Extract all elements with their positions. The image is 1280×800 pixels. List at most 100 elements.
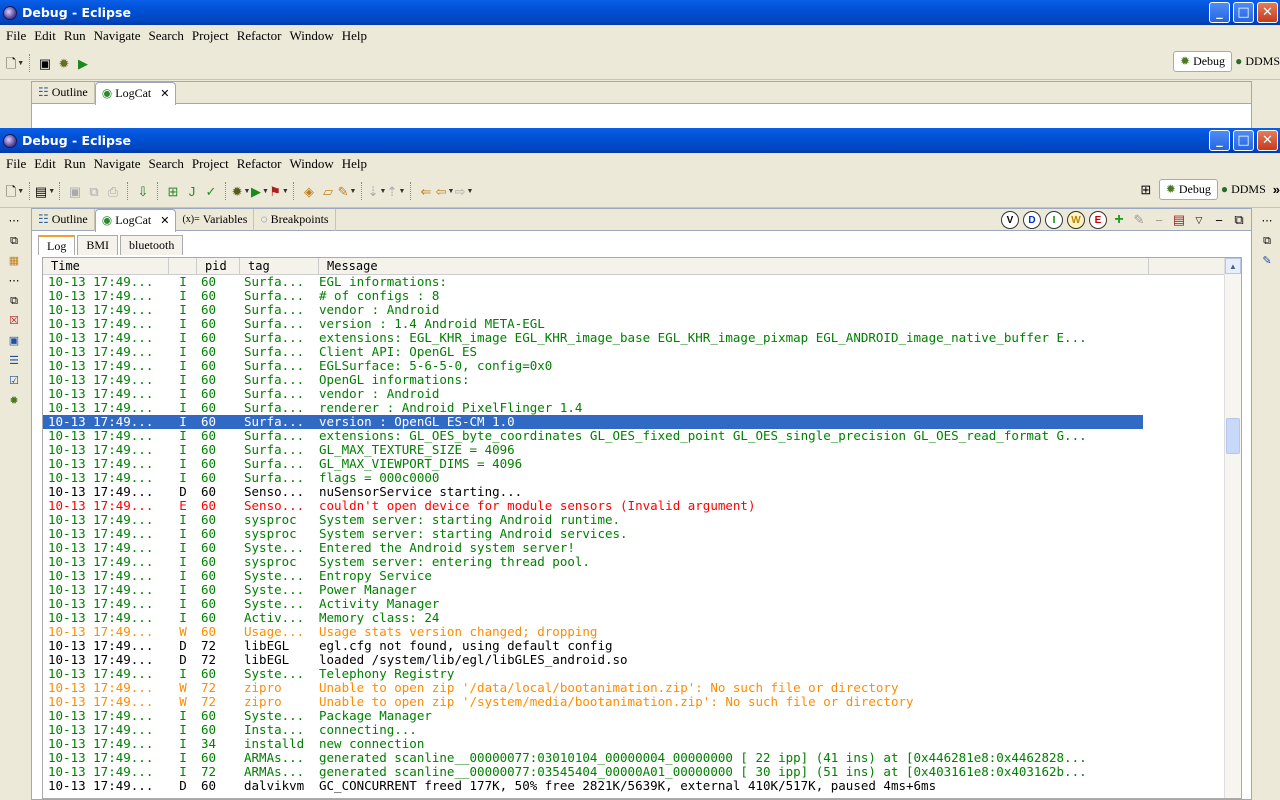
table-row[interactable]: 10-13 17:49... I 34 installd new connection — [43, 737, 1143, 751]
table-row[interactable]: 10-13 17:49... D 60 dalvikvm GC_CONCURRENT f… — [43, 779, 1143, 793]
debug-icon[interactable]: ✹ — [55, 54, 73, 72]
add-filter-icon[interactable]: + — [1111, 211, 1127, 229]
new-icon[interactable]: 🗋 ▼ — [6, 182, 24, 200]
maximize-button[interactable]: □ — [1233, 130, 1254, 151]
menu-project[interactable]: Project — [188, 156, 233, 172]
open-type-icon[interactable]: ◈ — [300, 182, 318, 200]
next-annotation-icon[interactable]: ⇣ ▼ — [368, 182, 387, 200]
minimize-button[interactable]: _ — [1209, 2, 1230, 23]
menu-edit[interactable]: Edit — [30, 28, 60, 44]
table-row[interactable]: 10-13 17:49... D 72 libEGL egl.cfg not found… — [43, 639, 1143, 653]
menu-window[interactable]: Window — [285, 28, 337, 44]
menu-help[interactable]: Help — [338, 28, 371, 44]
table-row[interactable]: 10-13 17:49... I 60 Surfa... renderer : Andr… — [43, 401, 1143, 415]
table-row[interactable]: 10-13 17:49... I 60 Insta... connecting... — [43, 723, 1143, 737]
table-row[interactable]: 10-13 17:49... I 60 Surfa... version : 1.4 A… — [43, 317, 1143, 331]
title-bar[interactable]: Debug - Eclipse _ □ ✕ — [0, 0, 1280, 25]
console-icon[interactable]: ▣ — [7, 334, 21, 348]
column-time[interactable]: Time — [43, 258, 169, 274]
table-row[interactable]: 10-13 17:49... I 72 ARMAs... generated scanl… — [43, 765, 1143, 779]
perspective-ddms-button[interactable]: ● DDMS — [1235, 54, 1280, 69]
android-lint-icon[interactable]: ✓ — [202, 182, 220, 200]
table-row[interactable]: 10-13 17:49... I 60 Surfa... EGL information… — [43, 275, 1143, 289]
menu-navigate[interactable]: Navigate — [90, 28, 145, 44]
restore-icon[interactable]: ⧉ — [7, 294, 21, 308]
close-button[interactable]: ✕ — [1257, 2, 1278, 23]
maximize-button[interactable]: □ — [1233, 2, 1254, 23]
menu-navigate[interactable]: Navigate — [90, 156, 145, 172]
new-package-icon[interactable]: ▤ ▼ — [35, 182, 55, 200]
open-folder-icon[interactable]: ▱ — [319, 182, 337, 200]
remove-filter-icon[interactable]: − — [1151, 213, 1167, 228]
scroll-thumb[interactable] — [1226, 418, 1240, 454]
tab-outline[interactable]: ☷ Outline — [32, 81, 95, 104]
save-icon[interactable]: ▣ — [66, 182, 84, 200]
edit-filter-icon[interactable]: ✎ — [1131, 212, 1147, 228]
perspective-ddms-button[interactable]: ● DDMS — [1221, 182, 1266, 197]
editor-icon[interactable]: ✎ — [1260, 254, 1274, 268]
table-row[interactable]: 10-13 17:49... I 60 sysproc System server: e… — [43, 555, 1143, 569]
menu-refactor[interactable]: Refactor — [233, 28, 286, 44]
save-icon[interactable]: ▣ — [36, 54, 54, 72]
table-row[interactable]: 10-13 17:49... I 60 Surfa... Client API: Ope… — [43, 345, 1143, 359]
android-sdk-icon[interactable]: ⊞ — [164, 182, 182, 200]
table-row[interactable]: 10-13 17:49... I 60 Surfa... flags = 000c000… — [43, 471, 1143, 485]
table-row[interactable]: 10-13 17:49... I 60 Surfa... extensions: EGL… — [43, 331, 1143, 345]
open-perspective-icon[interactable]: ⊞ — [1137, 181, 1155, 199]
clear-log-icon[interactable]: ▤ — [1171, 212, 1187, 228]
menu-run[interactable]: Run — [60, 156, 90, 172]
tab-bluetooth[interactable]: bluetooth — [120, 235, 184, 255]
info-filter-button[interactable]: I — [1045, 211, 1063, 229]
table-row[interactable]: 10-13 17:49... I 60 Surfa... GL_MAX_TEXTURE_… — [43, 443, 1143, 457]
download-icon[interactable]: ⇩ — [134, 182, 152, 200]
column-tag[interactable]: tag — [240, 258, 319, 274]
android-avd-icon[interactable]: J — [183, 182, 201, 200]
external-tools-icon[interactable]: ⚑ ▼ — [269, 182, 289, 200]
save-all-icon[interactable]: ⧉ — [85, 182, 103, 200]
column-level[interactable] — [169, 258, 197, 274]
menu-file[interactable]: File — [2, 28, 30, 44]
table-row[interactable]: 10-13 17:49... I 60 sysproc System server: s… — [43, 527, 1143, 541]
tasks-icon[interactable]: ☰ — [7, 354, 21, 368]
minimize-view-icon[interactable]: − — [1211, 213, 1227, 228]
table-row[interactable]: 10-13 17:49... I 60 Syste... Power Manager — [43, 583, 1143, 597]
table-row[interactable]: 10-13 17:49... I 60 Syste... Entropy Service — [43, 569, 1143, 583]
search-icon[interactable]: ✎ ▼ — [338, 182, 357, 200]
table-row[interactable]: 10-13 17:49... I 60 Surfa... GL_MAX_VIEWPORT… — [43, 457, 1143, 471]
warn-filter-button[interactable]: W — [1067, 211, 1085, 229]
menu-file[interactable]: File — [2, 156, 30, 172]
tab-variables[interactable]: (x)= Variables — [176, 208, 255, 231]
table-row[interactable]: 10-13 17:49... I 60 Surfa... version : OpenG… — [43, 415, 1143, 429]
scroll-up-icon[interactable]: ▲ — [1225, 258, 1241, 274]
table-row[interactable]: 10-13 17:49... E 60 Senso... couldn't open d… — [43, 499, 1143, 513]
table-row[interactable]: 10-13 17:49... W 60 Usage... Usage stats ver… — [43, 625, 1143, 639]
debug-view-icon[interactable]: ☒ — [7, 314, 21, 328]
vertical-scrollbar[interactable]: ▲ — [1224, 258, 1241, 798]
back-icon[interactable]: ⇦ ▼ — [436, 182, 455, 200]
menu-search[interactable]: Search — [145, 28, 188, 44]
close-tab-icon[interactable]: ✕ — [160, 87, 169, 100]
tab-bmi[interactable]: BMI — [77, 235, 119, 255]
more-perspectives-icon[interactable]: » — [1273, 182, 1280, 197]
table-row[interactable]: 10-13 17:49... D 72 libEGL loaded /system/li… — [43, 653, 1143, 667]
table-row[interactable]: 10-13 17:49... W 72 zipro Unable to open zip… — [43, 695, 1143, 709]
verbose-filter-button[interactable]: V — [1001, 211, 1019, 229]
menu-refactor[interactable]: Refactor — [233, 156, 286, 172]
perspective-debug-button[interactable]: ✹ Debug — [1173, 51, 1233, 72]
menu-help[interactable]: Help — [338, 156, 371, 172]
table-row[interactable]: 10-13 17:49... I 60 Syste... Package Manager — [43, 709, 1143, 723]
menu-window[interactable]: Window — [285, 156, 337, 172]
table-row[interactable]: 10-13 17:49... I 60 Syste... Activity Manage… — [43, 597, 1143, 611]
column-message[interactable]: Message — [319, 258, 1149, 274]
debug-filter-button[interactable]: D — [1023, 211, 1041, 229]
menu-edit[interactable]: Edit — [30, 156, 60, 172]
table-row[interactable]: 10-13 17:49... D 60 Senso... nuSensorService… — [43, 485, 1143, 499]
restore-icon[interactable]: ⧉ — [1260, 234, 1274, 248]
table-row[interactable]: 10-13 17:49... I 60 ARMAs... generated scanl… — [43, 751, 1143, 765]
menu-run[interactable]: Run — [60, 28, 90, 44]
perspective-debug-button[interactable]: ✹ Debug — [1158, 179, 1218, 200]
minimize-button[interactable]: _ — [1209, 130, 1230, 151]
table-row[interactable]: 10-13 17:49... I 60 Activ... Memory class: 2… — [43, 611, 1143, 625]
problems-icon[interactable]: ☑ — [7, 374, 21, 388]
menu-search[interactable]: Search — [145, 156, 188, 172]
